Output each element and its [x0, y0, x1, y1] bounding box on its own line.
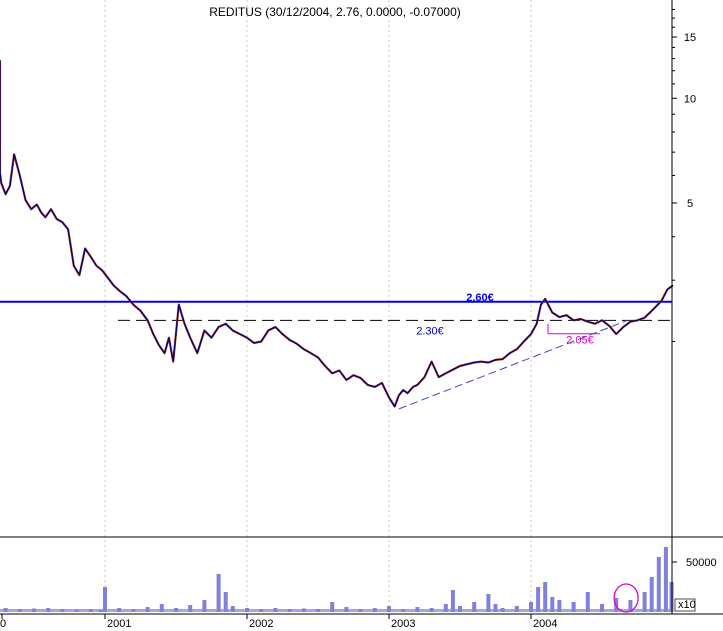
volume-baseline — [0, 609, 672, 612]
level-lines: 2.60€ 2.30€ 2.05€ — [0, 292, 672, 410]
volume-bar — [543, 582, 548, 612]
stock-chart: 2.60€ 2.30€ 2.05€ 15 10 5 0 2001 2002 2003 2004 50… — [0, 0, 723, 631]
volume-bar — [656, 557, 661, 612]
low-label: 2.05€ — [566, 335, 594, 347]
support-label: 2.30€ — [416, 325, 444, 337]
gridlines — [104, 0, 532, 612]
x-tick-label: 2001 — [107, 618, 131, 630]
volume-bar — [103, 587, 107, 612]
price-series — [0, 59, 674, 408]
x-tick-label: 0 — [0, 618, 6, 630]
volume-bar — [649, 577, 654, 612]
price-line — [0, 60, 674, 408]
volume-multiplier-label: x10 — [678, 599, 696, 611]
volume-bars — [0, 547, 674, 613]
volume-bar — [536, 587, 541, 612]
chart-title: REDITUS (30/12/2004, 2.76, 0.0000, -0.07… — [209, 5, 461, 19]
volume-bar — [216, 574, 221, 612]
y-tick-label: 15 — [684, 32, 696, 44]
y-tick-label: 10 — [684, 93, 696, 105]
tick-labels: 15 10 5 0 2001 2002 2003 2004 50000 x10 — [0, 32, 717, 630]
volume-bar — [663, 547, 668, 612]
y-tick-label: 5 — [687, 198, 693, 210]
chart-canvas: 2.60€ 2.30€ 2.05€ 15 10 5 0 2001 2002 2003 2004 50… — [0, 0, 723, 630]
x-tick-label: 2003 — [391, 618, 415, 630]
x-tick-label: 2004 — [533, 618, 557, 630]
axes — [0, 0, 723, 619]
resistance-label: 2.60€ — [466, 292, 494, 304]
price-line-shadow — [0, 59, 674, 408]
x-tick-label: 2002 — [249, 618, 273, 630]
volume-tick-label: 50000 — [686, 557, 717, 569]
volume-bar — [450, 590, 455, 612]
